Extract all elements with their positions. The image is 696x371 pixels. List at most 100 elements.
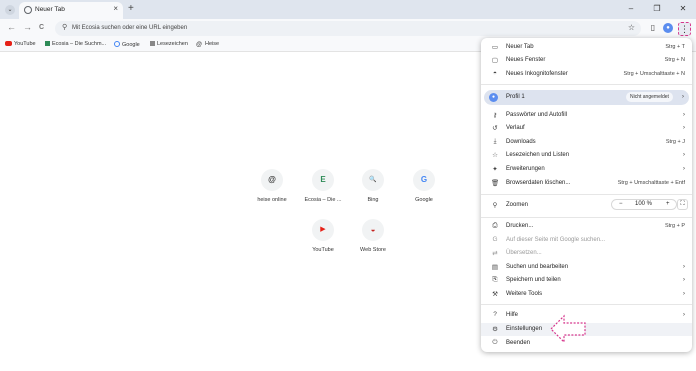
menu-item-label: Neuer Tab xyxy=(506,44,534,50)
bookmark-star-icon[interactable]: ☆ xyxy=(628,23,635,32)
menu-item-label: Suchen und bearbeiten xyxy=(506,264,569,270)
new-tab-icon: ▭ xyxy=(491,44,499,51)
bookmark-item[interactable]: YouTube xyxy=(5,41,36,47)
menu-item-incognito[interactable]: ◓ Neues Inkognitofenster Strg + Umschalt… xyxy=(481,68,692,81)
menu-item-label: Erweiterungen xyxy=(506,166,545,172)
menu-item-profile[interactable]: ● Profil 1 Nicht angemeldet › xyxy=(484,90,689,105)
zoom-in-button[interactable]: + xyxy=(666,201,670,207)
menu-item-label: Auf dieser Seite mit Google suchen... xyxy=(506,237,606,243)
toolbar: ← → C ⚲ Mit Ecosia suchen oder eine URL … xyxy=(0,19,696,38)
menu-item-search-google[interactable]: G Auf dieser Seite mit Google suchen... xyxy=(481,234,692,247)
back-button[interactable]: ← xyxy=(7,22,16,32)
bookmark-item[interactable]: @ Heise xyxy=(196,41,219,49)
menu-item-save-share[interactable]: ⎘ Speichern und teilen › xyxy=(481,274,692,287)
history-icon: ↺ xyxy=(492,125,498,132)
zoom-out-button[interactable]: − xyxy=(619,201,623,207)
google-icon: G xyxy=(492,236,498,243)
restore-button[interactable]: ❐ xyxy=(644,0,670,19)
menu-separator xyxy=(481,194,692,195)
menu-item-label: Hilfe xyxy=(506,312,519,318)
bookmark-label: YouTube xyxy=(14,41,36,47)
profile-avatar-icon[interactable]: ● xyxy=(663,23,673,33)
menu-item-find-edit[interactable]: ▤ Suchen und bearbeiten › xyxy=(481,261,692,274)
menu-item-shortcut: Strg + T xyxy=(665,44,685,50)
forward-button[interactable]: → xyxy=(23,22,32,32)
web-store-icon: ◒ xyxy=(362,219,384,241)
menu-item-shortcut: Strg + Umschalttaste + N xyxy=(623,71,685,77)
shortcut-tile[interactable]: G Google xyxy=(399,169,449,203)
bookmark-item[interactable]: Google xyxy=(114,41,140,48)
menu-item-passwords[interactable]: ⚷ Passwörter und Autofill › xyxy=(481,109,692,122)
shortcut-tile[interactable]: ◒ Web Store xyxy=(348,219,398,253)
ecosia-icon: E xyxy=(312,169,334,191)
menu-item-extensions[interactable]: ✦ Erweiterungen › xyxy=(481,163,692,176)
address-bar[interactable]: ⚲ Mit Ecosia suchen oder eine URL eingeb… xyxy=(55,21,641,36)
bookmark-label: Google xyxy=(122,42,140,48)
menu-separator xyxy=(481,217,692,218)
fullscreen-icon[interactable]: ⛶ xyxy=(677,199,688,210)
menu-item-history[interactable]: ↺ Verlauf › xyxy=(481,122,692,135)
chrome-menu: ▭ Neuer Tab Strg + T ▢ Neues Fenster Str… xyxy=(481,38,692,352)
menu-item-label: Neues Fenster xyxy=(506,57,546,63)
menu-item-clear-data[interactable]: 🗑 Browserdaten löschen... Strg + Umschal… xyxy=(481,177,692,190)
menu-item-shortcut: Strg + P xyxy=(664,223,685,229)
zoom-level: 100 % xyxy=(635,201,653,207)
menu-item-new-tab[interactable]: ▭ Neuer Tab Strg + T xyxy=(481,41,692,54)
shortcut-label: Web Store xyxy=(360,247,386,253)
menu-item-label: Lesezeichen und Listen xyxy=(506,152,570,158)
menu-item-label: Drucken... xyxy=(506,223,534,229)
download-icon: ⤓ xyxy=(493,138,497,145)
annotation-arrow-icon xyxy=(550,314,586,344)
reload-button[interactable]: C xyxy=(39,24,44,31)
incognito-icon: ◓ xyxy=(493,70,497,77)
chevron-right-icon: › xyxy=(682,151,685,158)
menu-item-more-tools[interactable]: ⚒ Weitere Tools › xyxy=(481,288,692,301)
shortcut-tile[interactable]: @ heise online xyxy=(247,169,297,203)
menu-item-label: Weitere Tools xyxy=(506,291,543,297)
menu-item-label: Einstellungen xyxy=(506,326,543,332)
new-window-icon: ▢ xyxy=(491,57,499,64)
youtube-icon: ▶ xyxy=(312,219,334,241)
folder-icon xyxy=(150,41,155,46)
google-icon: G xyxy=(413,169,435,191)
menu-button[interactable]: ⋮ xyxy=(678,22,691,36)
chevron-right-icon: › xyxy=(682,311,685,318)
printer-icon: ⎙ xyxy=(492,222,498,229)
address-bar-placeholder: Mit Ecosia suchen oder eine URL eingeben xyxy=(72,25,188,31)
menu-item-label: Passwörter und Autofill xyxy=(506,112,568,118)
shortcut-tile[interactable]: E Ecosia – Die ... xyxy=(298,169,348,203)
minimize-button[interactable]: – xyxy=(618,0,644,19)
menu-item-shortcut: Strg + Umschalttaste + Entf xyxy=(617,180,685,186)
menu-item-bookmarks[interactable]: ☆ Lesezeichen und Listen › xyxy=(481,149,692,162)
menu-item-label: Zoomen xyxy=(506,202,529,208)
shortcut-label: Google xyxy=(415,197,433,203)
exit-icon: ⏻ xyxy=(492,339,498,346)
star-icon: ☆ xyxy=(492,152,498,159)
bookmark-item[interactable]: Lesezeichen xyxy=(150,41,188,47)
tab-new-tab[interactable]: Neuer Tab × xyxy=(19,2,123,19)
chevron-right-icon: › xyxy=(682,165,685,172)
menu-item-new-window[interactable]: ▢ Neues Fenster Strg + N xyxy=(481,54,692,67)
shortcut-tile[interactable]: ▶ YouTube xyxy=(298,219,348,253)
profile-avatar-icon: ● xyxy=(489,93,498,102)
menu-item-downloads[interactable]: ⤓ Downloads Strg + J xyxy=(481,136,692,149)
menu-item-print[interactable]: ⎙ Drucken... Strg + P xyxy=(481,220,692,233)
new-tab-button[interactable]: + xyxy=(128,3,134,14)
tab-search-icon[interactable]: ⌄ xyxy=(5,5,15,15)
gear-icon: ⚙ xyxy=(492,326,498,333)
shortcut-label: Ecosia – Die ... xyxy=(304,197,342,203)
youtube-icon xyxy=(5,41,12,46)
key-icon: ⚷ xyxy=(492,112,498,119)
menu-item-translate[interactable]: ⇄ Übersetzen... xyxy=(481,247,692,260)
side-panel-icon[interactable]: ▯ xyxy=(647,22,659,34)
close-window-button[interactable]: ✕ xyxy=(670,0,696,19)
trash-icon: 🗑 xyxy=(491,180,500,187)
menu-item-label: Übersetzen... xyxy=(506,250,542,256)
menu-item-label: Speichern und teilen xyxy=(506,277,561,283)
tab-close-icon[interactable]: × xyxy=(113,4,118,13)
bookmark-item[interactable]: Ecosia – Die Suchm... xyxy=(45,41,106,47)
help-icon: ? xyxy=(493,311,497,318)
shortcut-tile[interactable]: 🔍 Bing xyxy=(348,169,398,203)
translate-icon: ⇄ xyxy=(492,250,498,257)
chevron-right-icon: › xyxy=(682,124,685,131)
